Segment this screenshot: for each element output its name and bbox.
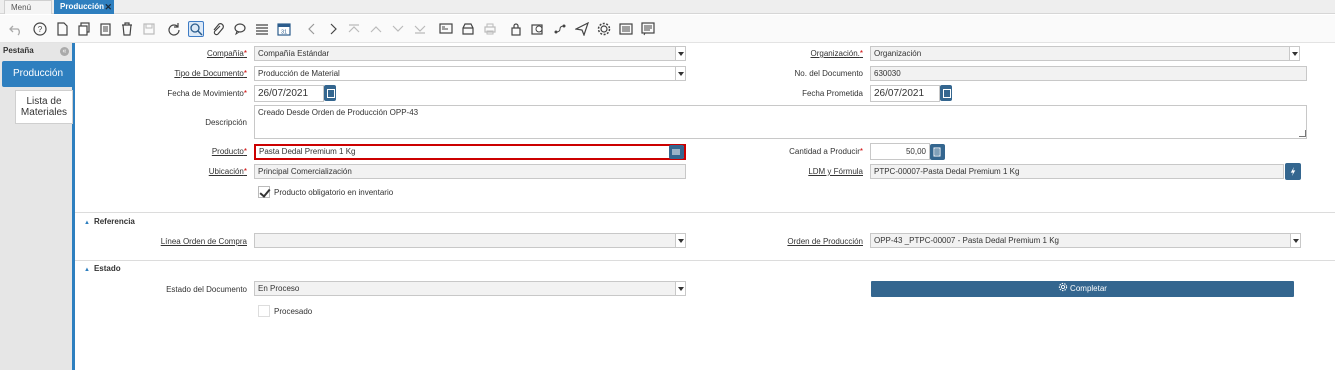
tipo-documento-label: Tipo de Documento* [174, 69, 247, 78]
print-icon[interactable] [482, 21, 498, 37]
history-icon[interactable] [640, 21, 656, 37]
ubicacion-label: Ubicación* [208, 167, 247, 176]
compania-field[interactable]: Compañía Estándar [254, 46, 686, 61]
chevron-down-icon[interactable] [675, 67, 685, 80]
delete-icon[interactable] [119, 21, 135, 37]
workflow-icon[interactable] [552, 21, 568, 37]
barcode-icon [672, 149, 680, 155]
lightning-icon [1290, 166, 1296, 177]
close-icon[interactable]: ✕ [104, 0, 112, 14]
calendar-icon[interactable]: 31 [276, 21, 292, 37]
collapse-triangle-icon: ▲ [84, 220, 90, 226]
fecha-movimiento-label: Fecha de Movimiento* [167, 89, 247, 98]
previous-icon[interactable] [304, 21, 320, 37]
ubicacion-field[interactable]: Principal Comercialización [254, 164, 686, 179]
producto-obligatorio-checkbox[interactable] [258, 186, 270, 198]
estado-documento-field[interactable]: En Proceso [254, 281, 686, 296]
estado-documento-label: Estado del Documento [166, 285, 247, 294]
organizacion-field[interactable]: Organización [870, 46, 1300, 61]
procesado-label: Procesado [274, 307, 313, 316]
section-estado[interactable]: ▲ Estado [84, 264, 121, 273]
help-icon[interactable]: ? [32, 21, 48, 37]
resize-handle-icon[interactable] [1299, 130, 1306, 137]
collapse-triangle-icon: ▲ [84, 267, 90, 273]
undo-icon[interactable] [8, 21, 24, 37]
lock-icon[interactable] [508, 21, 524, 37]
section-referencia[interactable]: ▲ Referencia [84, 217, 135, 226]
producto-obligatorio-label: Producto obligatorio en inventario [274, 188, 394, 197]
detail-icon[interactable] [390, 21, 406, 37]
chat-icon[interactable] [232, 21, 248, 37]
calendar-icon[interactable] [940, 85, 952, 101]
report-icon[interactable] [438, 21, 454, 37]
ldm-search-button[interactable] [1285, 163, 1301, 180]
collapse-icon[interactable]: « [60, 47, 69, 56]
fecha-movimiento-field[interactable]: 26/07/2021 [254, 85, 324, 102]
find-icon[interactable] [188, 21, 204, 37]
gear-icon [1058, 282, 1068, 292]
organizacion-label: Organización.* [810, 49, 863, 58]
process-icon[interactable] [596, 21, 612, 37]
svg-text:?: ? [38, 25, 43, 34]
svg-text:31: 31 [281, 30, 287, 36]
linea-orden-field[interactable] [254, 233, 686, 248]
sidebar-item-lista-materiales[interactable]: Lista de Materiales [15, 90, 73, 124]
procesado-checkbox[interactable] [258, 305, 270, 317]
request-icon[interactable] [574, 21, 590, 37]
new-record-icon[interactable] [54, 21, 70, 37]
no-documento-field[interactable]: 630030 [870, 66, 1307, 81]
descripcion-label: Descripción [205, 118, 247, 127]
completar-button[interactable]: Completar [871, 281, 1294, 297]
tab-produccion[interactable]: Producción ✕ [54, 0, 114, 14]
product-search-button[interactable] [669, 145, 684, 159]
grid-toggle-icon[interactable] [254, 21, 270, 37]
orden-produccion-field[interactable]: OPP-43 _PTPC-00007 - Pasta Dedal Premium… [870, 233, 1301, 248]
chevron-down-icon[interactable] [675, 282, 685, 295]
cantidad-label: Cantidad a Producir* [789, 147, 863, 156]
copy-icon[interactable] [76, 21, 92, 37]
window-tab-bar: Menú (35) Producción ✕ [0, 0, 1335, 26]
chevron-down-icon[interactable] [675, 234, 685, 247]
producto-field[interactable]: Pasta Dedal Premium 1 Kg [254, 144, 686, 160]
next-icon[interactable] [325, 21, 341, 37]
tipo-documento-field[interactable]: Producción de Material [254, 66, 686, 81]
section-divider [75, 212, 1335, 213]
chevron-down-icon[interactable] [1289, 47, 1299, 60]
last-icon[interactable] [412, 21, 428, 37]
refresh-icon[interactable] [166, 21, 182, 37]
toolbar: ? 31 [0, 15, 1335, 43]
copy-details-icon[interactable] [98, 21, 114, 37]
fecha-prometida-label: Fecha Prometida [802, 89, 863, 98]
chevron-down-icon[interactable] [675, 47, 685, 60]
save-icon[interactable] [141, 21, 157, 37]
cantidad-field[interactable]: 50,00 [870, 143, 930, 160]
fecha-prometida-field[interactable]: 26/07/2021 [870, 85, 940, 102]
section-divider [75, 260, 1335, 261]
no-documento-label: No. del Documento [794, 69, 863, 78]
sidebar: Pestaña « Producción Lista de Materiales [0, 43, 75, 370]
zoom-across-icon[interactable] [530, 21, 546, 37]
archive-icon[interactable] [460, 21, 476, 37]
calculator-icon [933, 147, 941, 157]
orden-produccion-label: Orden de Producción [787, 237, 863, 246]
attachment-icon[interactable] [210, 21, 226, 37]
descripcion-textarea[interactable]: Creado Desde Orden de Producción OPP-43 [254, 105, 1307, 139]
linea-orden-label: Línea Orden de Compra [160, 237, 247, 246]
tab-menu[interactable]: Menú (35) [4, 0, 52, 26]
product-info-icon[interactable] [618, 21, 634, 37]
sidebar-title: Pestaña [3, 46, 34, 55]
producto-label: Producto* [211, 147, 247, 156]
ldm-field[interactable]: PTPC-00007-Pasta Dedal Premium 1 Kg [870, 164, 1284, 179]
chevron-down-icon[interactable] [1290, 234, 1300, 247]
sidebar-item-produccion[interactable]: Producción [2, 61, 72, 87]
calculator-button[interactable] [930, 144, 945, 160]
compania-label: Compañía* [206, 49, 247, 58]
parent-icon[interactable] [368, 21, 384, 37]
calendar-icon[interactable] [324, 85, 336, 101]
first-icon[interactable] [346, 21, 362, 37]
ldm-label: LDM y Fórmula [808, 167, 863, 176]
